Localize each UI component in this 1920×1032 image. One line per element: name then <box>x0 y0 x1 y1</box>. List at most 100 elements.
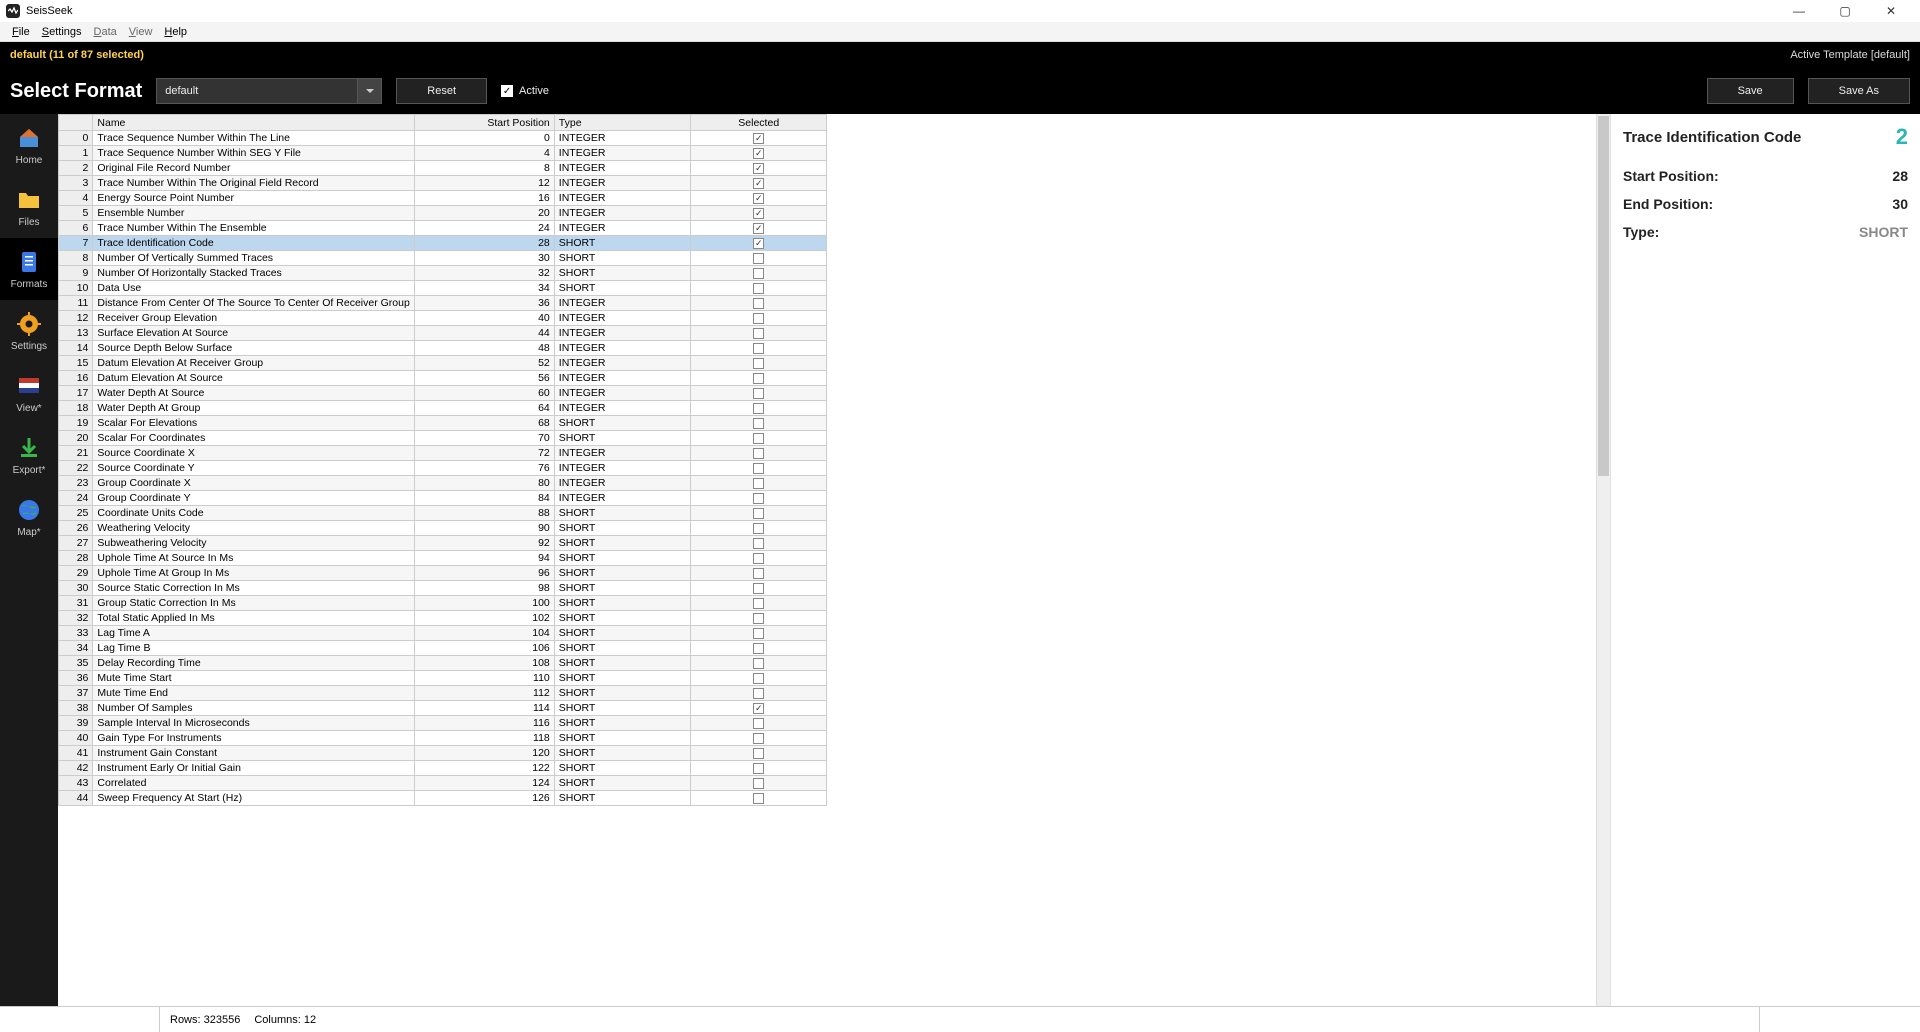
table-row[interactable]: 42Instrument Early Or Initial Gain122SHO… <box>59 761 827 776</box>
cell-selected[interactable] <box>691 356 827 371</box>
cell-selected[interactable] <box>691 761 827 776</box>
cell-selected[interactable] <box>691 446 827 461</box>
cell-selected[interactable] <box>691 371 827 386</box>
template-select[interactable]: default <box>156 78 382 104</box>
cell-selected[interactable] <box>691 266 827 281</box>
cell-selected[interactable] <box>691 716 827 731</box>
table-row[interactable]: 41Instrument Gain Constant120SHORT <box>59 746 827 761</box>
table-row[interactable]: 21Source Coordinate X72INTEGER <box>59 446 827 461</box>
cell-selected[interactable] <box>691 746 827 761</box>
col-header-index[interactable] <box>59 115 93 131</box>
cell-selected[interactable] <box>691 776 827 791</box>
table-row[interactable]: 34Lag Time B106SHORT <box>59 641 827 656</box>
nav-export[interactable]: Export* <box>0 424 58 486</box>
maximize-button[interactable]: ▢ <box>1822 0 1868 22</box>
cell-selected[interactable]: ✓ <box>691 131 827 146</box>
minimize-button[interactable]: — <box>1776 0 1822 22</box>
table-row[interactable]: 7Trace Identification Code28SHORT✓ <box>59 236 827 251</box>
table-row[interactable]: 0Trace Sequence Number Within The Line0I… <box>59 131 827 146</box>
cell-selected[interactable] <box>691 341 827 356</box>
cell-selected[interactable]: ✓ <box>691 221 827 236</box>
menu-file[interactable]: File <box>6 26 36 38</box>
menu-help[interactable]: Help <box>158 26 193 38</box>
active-checkbox[interactable]: ✓ Active <box>501 85 549 97</box>
cell-selected[interactable] <box>691 416 827 431</box>
table-row[interactable]: 25Coordinate Units Code88SHORT <box>59 506 827 521</box>
table-row[interactable]: 26Weathering Velocity90SHORT <box>59 521 827 536</box>
table-row[interactable]: 23Group Coordinate X80INTEGER <box>59 476 827 491</box>
table-row[interactable]: 9Number Of Horizontally Stacked Traces32… <box>59 266 827 281</box>
cell-selected[interactable] <box>691 596 827 611</box>
table-row[interactable]: 39Sample Interval In Microseconds116SHOR… <box>59 716 827 731</box>
table-row[interactable]: 31Group Static Correction In Ms100SHORT <box>59 596 827 611</box>
table-row[interactable]: 6Trace Number Within The Ensemble24INTEG… <box>59 221 827 236</box>
reset-button[interactable]: Reset <box>396 78 487 104</box>
table-row[interactable]: 15Datum Elevation At Receiver Group52INT… <box>59 356 827 371</box>
cell-selected[interactable] <box>691 731 827 746</box>
nav-files[interactable]: Files <box>0 176 58 238</box>
cell-selected[interactable] <box>691 611 827 626</box>
table-row[interactable]: 19Scalar For Elevations68SHORT <box>59 416 827 431</box>
cell-selected[interactable]: ✓ <box>691 146 827 161</box>
cell-selected[interactable] <box>691 536 827 551</box>
table-row[interactable]: 13Surface Elevation At Source44INTEGER <box>59 326 827 341</box>
cell-selected[interactable] <box>691 476 827 491</box>
table-row[interactable]: 4Energy Source Point Number16INTEGER✓ <box>59 191 827 206</box>
table-row[interactable]: 24Group Coordinate Y84INTEGER <box>59 491 827 506</box>
nav-map[interactable]: Map* <box>0 486 58 548</box>
table-row[interactable]: 30Source Static Correction In Ms98SHORT <box>59 581 827 596</box>
table-row[interactable]: 3Trace Number Within The Original Field … <box>59 176 827 191</box>
col-header-type[interactable]: Type <box>554 115 691 131</box>
table-row[interactable]: 18Water Depth At Group64INTEGER <box>59 401 827 416</box>
table-row[interactable]: 1Trace Sequence Number Within SEG Y File… <box>59 146 827 161</box>
table-row[interactable]: 37Mute Time End112SHORT <box>59 686 827 701</box>
cell-selected[interactable] <box>691 671 827 686</box>
cell-selected[interactable] <box>691 431 827 446</box>
nav-formats[interactable]: Formats <box>0 238 58 300</box>
table-row[interactable]: 16Datum Elevation At Source56INTEGER <box>59 371 827 386</box>
cell-selected[interactable] <box>691 626 827 641</box>
cell-selected[interactable]: ✓ <box>691 701 827 716</box>
cell-selected[interactable] <box>691 251 827 266</box>
table-row[interactable]: 5Ensemble Number20INTEGER✓ <box>59 206 827 221</box>
table-row[interactable]: 28Uphole Time At Source In Ms94SHORT <box>59 551 827 566</box>
table-row[interactable]: 12Receiver Group Elevation40INTEGER <box>59 311 827 326</box>
save-button[interactable]: Save <box>1707 78 1794 104</box>
cell-selected[interactable] <box>691 551 827 566</box>
nav-view[interactable]: View* <box>0 362 58 424</box>
cell-selected[interactable] <box>691 566 827 581</box>
table-row[interactable]: 27Subweathering Velocity92SHORT <box>59 536 827 551</box>
cell-selected[interactable] <box>691 401 827 416</box>
table-row[interactable]: 33Lag Time A104SHORT <box>59 626 827 641</box>
nav-home[interactable]: Home <box>0 114 58 176</box>
cell-selected[interactable] <box>691 686 827 701</box>
table-row[interactable]: 22Source Coordinate Y76INTEGER <box>59 461 827 476</box>
table-row[interactable]: 44Sweep Frequency At Start (Hz)126SHORT <box>59 791 827 806</box>
table-row[interactable]: 29Uphole Time At Group In Ms96SHORT <box>59 566 827 581</box>
close-button[interactable]: ✕ <box>1868 0 1914 22</box>
table-row[interactable]: 43Correlated124SHORT <box>59 776 827 791</box>
cell-selected[interactable] <box>691 506 827 521</box>
table-row[interactable]: 32Total Static Applied In Ms102SHORT <box>59 611 827 626</box>
table-row[interactable]: 20Scalar For Coordinates70SHORT <box>59 431 827 446</box>
col-header-name[interactable]: Name <box>93 115 414 131</box>
col-header-selected[interactable]: Selected <box>691 115 827 131</box>
table-row[interactable]: 11Distance From Center Of The Source To … <box>59 296 827 311</box>
table-row[interactable]: 40Gain Type For Instruments118SHORT <box>59 731 827 746</box>
cell-selected[interactable] <box>691 296 827 311</box>
table-row[interactable]: 36Mute Time Start110SHORT <box>59 671 827 686</box>
cell-selected[interactable] <box>691 326 827 341</box>
col-header-start-position[interactable]: Start Position <box>414 115 554 131</box>
table-row[interactable]: 14Source Depth Below Surface48INTEGER <box>59 341 827 356</box>
saveas-button[interactable]: Save As <box>1808 78 1910 104</box>
cell-selected[interactable] <box>691 656 827 671</box>
vertical-scrollbar[interactable] <box>1596 114 1610 1006</box>
table-row[interactable]: 2Original File Record Number8INTEGER✓ <box>59 161 827 176</box>
cell-selected[interactable] <box>691 521 827 536</box>
cell-selected[interactable] <box>691 491 827 506</box>
table-row[interactable]: 8Number Of Vertically Summed Traces30SHO… <box>59 251 827 266</box>
cell-selected[interactable]: ✓ <box>691 191 827 206</box>
cell-selected[interactable] <box>691 461 827 476</box>
cell-selected[interactable] <box>691 641 827 656</box>
table-row[interactable]: 35Delay Recording Time108SHORT <box>59 656 827 671</box>
